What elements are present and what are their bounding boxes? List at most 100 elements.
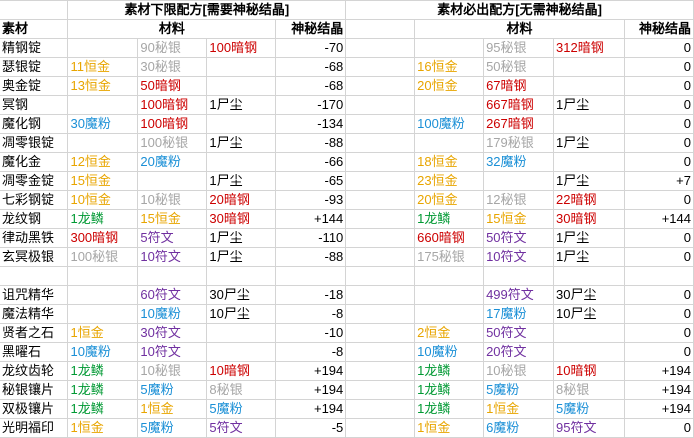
empty-cell bbox=[345, 399, 416, 419]
sure-ingredient bbox=[553, 152, 625, 172]
sure-ingredient: 1恒金 bbox=[414, 418, 485, 438]
sure-ingredient: 499符文 bbox=[483, 285, 555, 305]
recipe-row: 凋零银锭 100秘银 1尸尘 -88 179秘银 1尸尘 0 bbox=[0, 133, 694, 153]
lower-crystal-value: +144 bbox=[275, 209, 347, 229]
lower-ingredient: 300暗钢 bbox=[67, 228, 139, 248]
lower-ingredient: 100秘银 bbox=[67, 247, 139, 267]
sure-crystal-value: 0 bbox=[623, 285, 694, 305]
sure-ingredient bbox=[414, 38, 485, 58]
header-row: 素材 材料 神秘结晶 材料 神秘结晶 bbox=[0, 19, 694, 39]
sure-ingredient: 660暗钢 bbox=[414, 228, 485, 248]
lower-ingredient: 1尸尘 bbox=[206, 228, 277, 248]
material-name: 龙纹钢 bbox=[0, 209, 69, 229]
empty-cell bbox=[345, 171, 416, 191]
lower-crystal-value: -5 bbox=[275, 418, 347, 438]
lower-ingredient: 100暗钢 bbox=[137, 95, 208, 115]
lower-ingredient: 1恒金 bbox=[67, 418, 139, 438]
lower-ingredient: 100暗钢 bbox=[206, 38, 277, 58]
empty-cell bbox=[345, 266, 416, 286]
empty-cell bbox=[137, 266, 208, 286]
empty-cell bbox=[345, 95, 416, 115]
sure-crystal-value: 0 bbox=[623, 76, 694, 96]
lower-ingredient: 1龙鳞 bbox=[67, 380, 139, 400]
material-name: 魔化钢 bbox=[0, 114, 69, 134]
sure-crystal-value: 0 bbox=[623, 304, 694, 324]
lower-ingredients-header: 材料 bbox=[67, 19, 277, 39]
lower-crystal-value: -170 bbox=[275, 95, 347, 115]
sure-crystal-value: 0 bbox=[623, 342, 694, 362]
lower-crystal-value: +194 bbox=[275, 361, 347, 381]
lower-ingredient: 11恒金 bbox=[67, 57, 139, 77]
sure-ingredient: 1尸尘 bbox=[553, 247, 625, 267]
sure-crystal-value: +194 bbox=[623, 380, 694, 400]
lower-ingredient: 1尸尘 bbox=[206, 171, 277, 191]
lower-crystal-value: -65 bbox=[275, 171, 347, 191]
sure-ingredient bbox=[553, 57, 625, 77]
lower-crystal-value: -18 bbox=[275, 285, 347, 305]
sure-ingredient: 30暗钢 bbox=[553, 209, 625, 229]
sure-ingredient: 1恒金 bbox=[483, 399, 555, 419]
sure-ingredient: 20符文 bbox=[483, 342, 555, 362]
recipe-row: 魔化金 12恒金 20魔粉 -66 18恒金 32魔粉 0 bbox=[0, 152, 694, 172]
material-name: 玄冥极银 bbox=[0, 247, 69, 267]
title-row: 素材下限配方[需要神秘结晶] 素材必出配方[无需神秘结晶] bbox=[0, 0, 694, 20]
lower-ingredient: 12恒金 bbox=[67, 152, 139, 172]
sure-crystal-value: 0 bbox=[623, 133, 694, 153]
recipe-row: 精钢锭 90秘银 100暗钢 -70 95秘银 312暗钢 0 bbox=[0, 38, 694, 58]
lower-crystal-value: +194 bbox=[275, 380, 347, 400]
recipe-row: 魔法精华 10魔粉 10尸尘 -8 17魔粉 10尸尘 0 bbox=[0, 304, 694, 324]
sure-ingredient: 17魔粉 bbox=[483, 304, 555, 324]
lower-ingredient: 50暗钢 bbox=[137, 76, 208, 96]
recipe-row: 律动黑铁 300暗钢 5符文 1尸尘 -110 660暗钢 50符文 1尸尘 0 bbox=[0, 228, 694, 248]
lower-ingredient: 1尸尘 bbox=[206, 247, 277, 267]
lower-ingredient bbox=[67, 38, 139, 58]
sure-ingredient: 1尸尘 bbox=[553, 95, 625, 115]
sure-crystal-value: 0 bbox=[623, 190, 694, 210]
material-name: 奥金锭 bbox=[0, 76, 69, 96]
sure-ingredient: 95符文 bbox=[553, 418, 625, 438]
lower-crystal-value: -66 bbox=[275, 152, 347, 172]
sure-ingredient: 20恒金 bbox=[414, 76, 485, 96]
lower-ingredient: 10尸尘 bbox=[206, 304, 277, 324]
lower-ingredient bbox=[67, 95, 139, 115]
sure-crystal-value: 0 bbox=[623, 114, 694, 134]
lower-ingredient: 5符文 bbox=[206, 418, 277, 438]
empty-cell bbox=[345, 304, 416, 324]
lower-ingredient: 5魔粉 bbox=[137, 418, 208, 438]
lower-ingredient: 1尸尘 bbox=[206, 133, 277, 153]
material-name: 瑟银锭 bbox=[0, 57, 69, 77]
sure-crystal-value: 0 bbox=[623, 38, 694, 58]
lower-ingredient: 10秘银 bbox=[137, 361, 208, 381]
lower-crystal-value: -88 bbox=[275, 247, 347, 267]
lower-ingredient: 60符文 bbox=[137, 285, 208, 305]
lower-ingredient: 100秘银 bbox=[137, 133, 208, 153]
lower-crystal-value: -68 bbox=[275, 76, 347, 96]
empty-cell bbox=[345, 361, 416, 381]
sure-ingredients-header: 材料 bbox=[414, 19, 625, 39]
empty-cell bbox=[345, 152, 416, 172]
sure-crystal-value: +7 bbox=[623, 171, 694, 191]
lower-crystal-value: -8 bbox=[275, 342, 347, 362]
recipe-row: 冥钢 100暗钢 1尸尘 -170 667暗钢 1尸尘 0 bbox=[0, 95, 694, 115]
recipe-row: 黑曜石 10魔粉 10符文 -8 10魔粉 20符文 0 bbox=[0, 342, 694, 362]
lower-ingredient bbox=[206, 57, 277, 77]
sure-crystal-value: +194 bbox=[623, 361, 694, 381]
sure-crystal-value: 0 bbox=[623, 57, 694, 77]
sure-crystal-value: 0 bbox=[623, 323, 694, 343]
lower-ingredient: 20魔粉 bbox=[137, 152, 208, 172]
lower-ingredient: 1龙鳞 bbox=[67, 399, 139, 419]
empty-cell bbox=[623, 266, 694, 286]
sure-ingredient: 12秘银 bbox=[483, 190, 555, 210]
lower-recipe-title: 素材下限配方[需要神秘结晶] bbox=[67, 0, 347, 20]
sure-recipe-title: 素材必出配方[无需神秘结晶] bbox=[345, 0, 694, 20]
sure-ingredient bbox=[414, 95, 485, 115]
empty-cell bbox=[345, 418, 416, 438]
spacer-row bbox=[0, 266, 694, 286]
lower-ingredient: 10魔粉 bbox=[67, 342, 139, 362]
sure-ingredient: 50秘银 bbox=[483, 57, 555, 77]
lower-ingredient: 15恒金 bbox=[137, 209, 208, 229]
material-name: 七彩钢锭 bbox=[0, 190, 69, 210]
lower-ingredient bbox=[206, 114, 277, 134]
empty-cell bbox=[345, 380, 416, 400]
sure-ingredient: 1龙鳞 bbox=[414, 361, 485, 381]
